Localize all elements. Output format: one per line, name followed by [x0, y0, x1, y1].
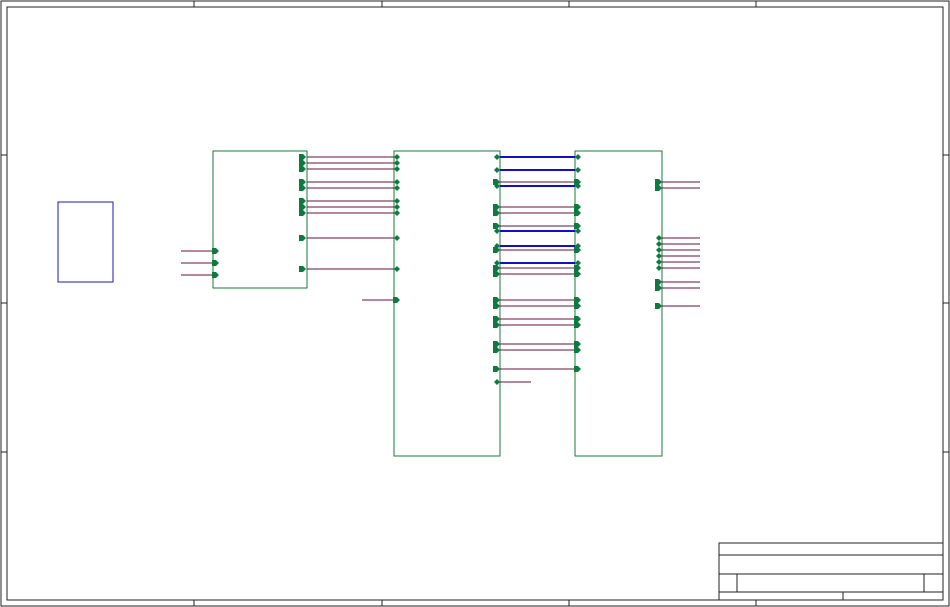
sheet-entry-port[interactable]	[574, 316, 581, 322]
sheet-entry-port[interactable]	[394, 154, 400, 160]
sheet-entry-port[interactable]	[494, 379, 500, 385]
sheet-entry-port[interactable]	[299, 160, 306, 166]
sheet-entry-port[interactable]	[212, 260, 219, 266]
sheet-entry-port[interactable]	[655, 279, 662, 285]
sheet-entry-port[interactable]	[493, 204, 500, 210]
sheet-entry-port[interactable]	[574, 223, 581, 229]
sheet-entry-port[interactable]	[493, 223, 500, 229]
sheet-entry-port[interactable]	[393, 297, 400, 303]
sheet-entry-port[interactable]	[574, 347, 581, 353]
sheet-entry-port[interactable]	[656, 259, 662, 265]
note-box	[57, 201, 114, 283]
sheet-entry-port[interactable]	[299, 210, 306, 216]
sheet-entry-port[interactable]	[299, 154, 306, 160]
sheet-entry-port[interactable]	[493, 322, 500, 328]
sheet-entry-port[interactable]	[655, 185, 662, 191]
sheet-entry-port[interactable]	[574, 265, 581, 271]
sheet-entry-port[interactable]	[299, 204, 306, 210]
sheet-entry-port[interactable]	[493, 247, 500, 253]
sheet-entry-port[interactable]	[656, 235, 662, 241]
sheet-entry-port[interactable]	[394, 185, 400, 191]
sheet-entry-port[interactable]	[299, 235, 306, 241]
sheet-entry-port[interactable]	[575, 154, 581, 160]
sheet-entry-port[interactable]	[394, 179, 400, 185]
sheet-entry-port[interactable]	[394, 198, 400, 204]
sheet-entry-port[interactable]	[493, 316, 500, 322]
sheet-entry-port[interactable]	[575, 167, 581, 173]
schematic-sheet	[0, 0, 950, 607]
sheet-symbol-1[interactable]	[212, 150, 308, 289]
sheet-entry-port[interactable]	[394, 166, 400, 172]
inner-border	[6, 6, 944, 601]
sheet-entry-port[interactable]	[656, 241, 662, 247]
sheet-entry-port[interactable]	[299, 266, 306, 272]
sheet-entry-port[interactable]	[212, 248, 219, 254]
sheet-entry-port[interactable]	[656, 265, 662, 271]
sheet-entry-port[interactable]	[394, 266, 400, 272]
sheet-entry-port[interactable]	[394, 210, 400, 216]
sheet-entry-port[interactable]	[655, 303, 662, 309]
title-block	[718, 542, 944, 601]
sheet-entry-port[interactable]	[493, 297, 500, 303]
sheet-entry-port[interactable]	[493, 347, 500, 353]
sheet-entry-port[interactable]	[574, 366, 581, 372]
sheet-entry-port[interactable]	[655, 179, 662, 185]
sheet-symbol-2[interactable]	[393, 150, 501, 457]
sheet-symbol-3[interactable]	[574, 150, 663, 457]
outer-border	[0, 0, 950, 607]
zone-ticks	[1, 1, 949, 606]
sheet-entry-port[interactable]	[394, 204, 400, 210]
schematic-canvas	[0, 0, 950, 607]
sheet-entry-port[interactable]	[574, 204, 581, 210]
sheet-entry-port[interactable]	[493, 271, 500, 277]
buses-group	[500, 156, 575, 264]
wires-group	[181, 156, 700, 383]
sheet-entry-port[interactable]	[574, 179, 581, 185]
sheet-entry-port[interactable]	[574, 271, 581, 277]
sheet-entry-port[interactable]	[299, 185, 306, 191]
sheet-entry-port[interactable]	[493, 179, 500, 185]
sheet-entry-port[interactable]	[494, 154, 500, 160]
ports-group	[212, 154, 662, 385]
sheet-entry-port[interactable]	[574, 341, 581, 347]
sheet-entry-port[interactable]	[574, 297, 581, 303]
sheet-entry-port[interactable]	[574, 210, 581, 216]
sheet-entry-port[interactable]	[574, 303, 581, 309]
sheet-entry-port[interactable]	[493, 303, 500, 309]
sheet-entry-port[interactable]	[299, 198, 306, 204]
sheet-entry-port[interactable]	[299, 166, 306, 172]
sheet-entry-port[interactable]	[655, 285, 662, 291]
sheet-entry-port[interactable]	[494, 167, 500, 173]
sheet-entry-port[interactable]	[493, 341, 500, 347]
sheet-entry-port[interactable]	[493, 366, 500, 372]
sheet-entry-port[interactable]	[394, 160, 400, 166]
sheet-entry-port[interactable]	[299, 179, 306, 185]
sheet-entry-port[interactable]	[656, 253, 662, 259]
sheet-entry-port[interactable]	[212, 272, 219, 278]
sheet-entry-port[interactable]	[574, 247, 581, 253]
sheet-entry-port[interactable]	[493, 210, 500, 216]
sheet-entry-port[interactable]	[574, 322, 581, 328]
sheet-entry-port[interactable]	[394, 235, 400, 241]
sheet-entry-port[interactable]	[656, 247, 662, 253]
sheet-entry-port[interactable]	[493, 265, 500, 271]
